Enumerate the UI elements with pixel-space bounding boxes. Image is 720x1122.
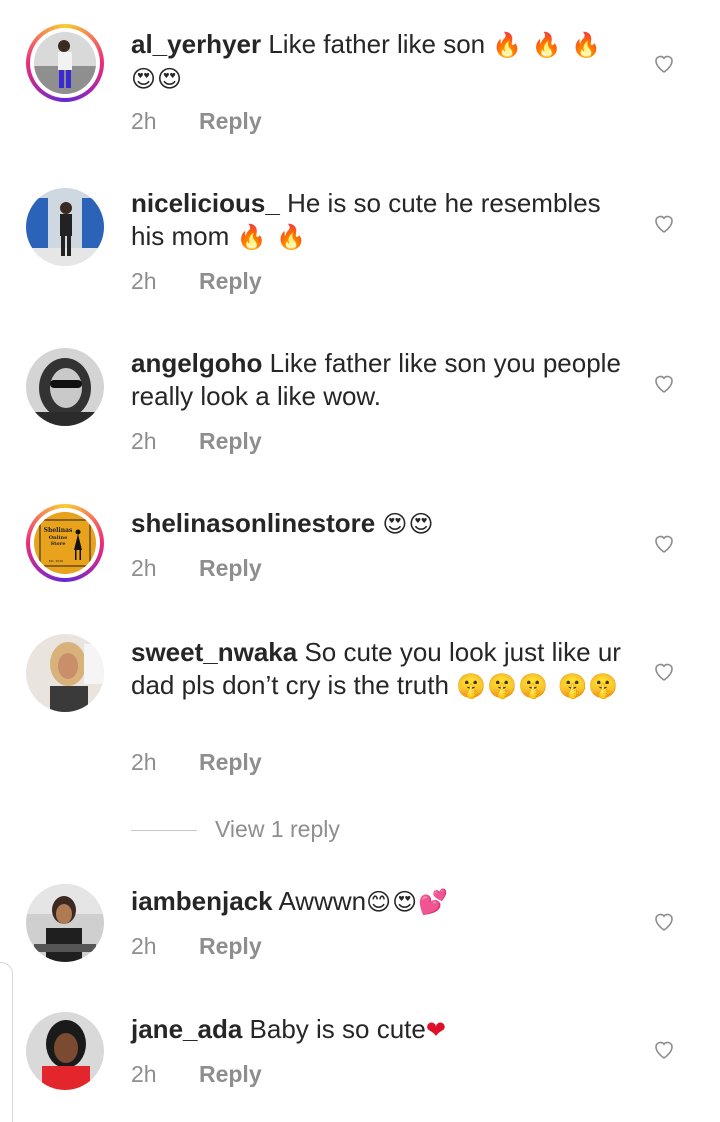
emoji: 😍😍 — [382, 510, 435, 538]
timestamp: 2h — [131, 555, 157, 581]
logo-text: Store — [50, 541, 65, 547]
timestamp: 2h — [131, 749, 157, 775]
username[interactable]: shelinasonlinestore — [131, 508, 375, 538]
comment-text: iambenjack Awwwn😊😍💕 — [131, 885, 631, 919]
timestamp: 2h — [131, 1061, 157, 1087]
avatar-photo — [26, 348, 104, 426]
avatar[interactable] — [26, 634, 104, 712]
comment-meta: 2h Reply — [131, 108, 262, 135]
comment-body: Baby is so cute — [249, 1014, 426, 1044]
avatar-photo — [34, 32, 96, 94]
comment-meta: 2h Reply — [131, 749, 262, 776]
avatar-ring-gap: Shelinas Online Store Est. 2016 — [30, 508, 100, 578]
timestamp: 2h — [131, 268, 157, 294]
comment-meta: 2h Reply — [131, 268, 262, 295]
avatar-logo: Shelinas Online Store Est. 2016 — [34, 512, 96, 574]
logo-text: Shelinas — [44, 527, 73, 534]
comment-text: jane_ada Baby is so cute❤ — [131, 1013, 631, 1047]
timestamp: 2h — [131, 933, 157, 959]
timestamp: 2h — [131, 108, 157, 134]
avatar[interactable] — [26, 884, 104, 962]
comment-meta: 2h Reply — [131, 555, 262, 582]
comment-meta: 2h Reply — [131, 933, 262, 960]
username[interactable]: jane_ada — [131, 1014, 242, 1044]
avatar[interactable] — [26, 188, 104, 266]
heart-outline-icon[interactable] — [652, 659, 676, 683]
reply-button[interactable]: Reply — [199, 555, 262, 581]
emoji: 🤫🤫🤫 🤫🤫 — [456, 672, 620, 700]
reply-button[interactable]: Reply — [199, 108, 262, 134]
emoji: 🔥 🔥 — [236, 223, 307, 251]
comment-text: nicelicious_ He is so cute he resembles … — [131, 187, 631, 254]
username[interactable]: angelgoho — [131, 348, 262, 378]
comment-text: sweet_nwaka So cute you look just like u… — [131, 636, 631, 703]
comment-body: Like father like son — [268, 29, 486, 59]
username[interactable]: nicelicious_ — [131, 188, 280, 218]
heart-outline-icon[interactable] — [652, 909, 676, 933]
timestamp: 2h — [131, 428, 157, 454]
avatar[interactable] — [26, 24, 104, 102]
panel-edge — [0, 962, 13, 1122]
comment-text: angelgoho Like father like son you peopl… — [131, 347, 631, 413]
avatar-photo — [26, 1012, 104, 1090]
heart-outline-icon[interactable] — [652, 531, 676, 555]
heart-outline-icon[interactable] — [652, 1037, 676, 1061]
reply-button[interactable]: Reply — [199, 268, 262, 294]
avatar-ring-gap — [30, 28, 100, 98]
heart-outline-icon[interactable] — [652, 371, 676, 395]
comment-text: al_yerhyer Like father like son 🔥 🔥 🔥 😍😍 — [131, 28, 631, 96]
view-replies-button[interactable]: View 1 reply — [131, 816, 531, 846]
divider — [131, 830, 197, 831]
avatar[interactable] — [26, 1012, 104, 1090]
username[interactable]: sweet_nwaka — [131, 637, 297, 667]
avatar-photo — [26, 634, 104, 712]
avatar[interactable] — [26, 348, 104, 426]
reply-button[interactable]: Reply — [199, 428, 262, 454]
heart-outline-icon[interactable] — [652, 211, 676, 235]
reply-button[interactable]: Reply — [199, 1061, 262, 1087]
comment-body: Awwwn — [278, 886, 367, 916]
reply-button[interactable]: Reply — [199, 749, 262, 775]
avatar-photo — [26, 188, 104, 266]
comment-meta: 2h Reply — [131, 428, 262, 455]
reply-button[interactable]: Reply — [199, 933, 262, 959]
heart-outline-icon[interactable] — [652, 51, 676, 75]
logo-text: Est. 2016 — [49, 559, 63, 563]
username[interactable]: iambenjack — [131, 886, 273, 916]
comment-text: shelinasonlinestore 😍😍 — [131, 507, 631, 541]
emoji: ❤ — [425, 1016, 447, 1044]
comment-meta: 2h Reply — [131, 1061, 262, 1088]
avatar-photo — [26, 884, 104, 962]
avatar[interactable]: Shelinas Online Store Est. 2016 — [26, 504, 104, 582]
view-replies-label[interactable]: View 1 reply — [215, 816, 340, 843]
username[interactable]: al_yerhyer — [131, 29, 261, 59]
emoji: 😊😍💕 — [366, 888, 450, 916]
